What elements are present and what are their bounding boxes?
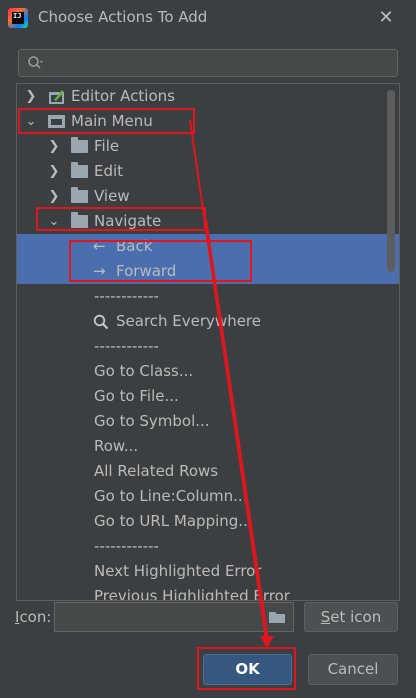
folder-icon (71, 137, 88, 153)
tree-item-next-error[interactable]: Next Highlighted Error (17, 559, 399, 584)
actions-tree[interactable]: ❯ Editor Actions ⌄ Main Menu ❯ File ❯ Ed… (16, 83, 400, 601)
chevron-right-icon[interactable]: ❯ (47, 134, 61, 159)
chevron-right-icon[interactable]: ❯ (47, 159, 61, 184)
open-folder-icon[interactable] (268, 608, 286, 626)
folder-icon (71, 162, 88, 178)
chevron-right-icon[interactable]: ❯ (47, 184, 61, 209)
tree-item-goto-file[interactable]: Go to File... (17, 384, 399, 409)
annotation-box-main-menu (18, 108, 195, 134)
tree-item-view[interactable]: ❯ View (17, 184, 399, 209)
tree-item-label: Go to Line:Column... (94, 487, 248, 505)
search-icon (28, 56, 43, 69)
cancel-button[interactable]: Cancel (308, 654, 398, 685)
title-bar: IJ Choose Actions To Add ✕ (0, 0, 416, 36)
tree-item-goto-line[interactable]: Go to Line:Column... (17, 484, 399, 509)
tree-item-label: View (94, 187, 130, 205)
tree-item-label: Go to Class... (94, 362, 194, 380)
tree-item-separator[interactable]: ------------ (17, 334, 399, 359)
annotation-box-navigate (36, 207, 206, 231)
tree-item-file[interactable]: ❯ File (17, 134, 399, 159)
tree-item-search-everywhere[interactable]: Search Everywhere (17, 309, 399, 334)
tree-item-label: Previous Highlighted Error (94, 587, 290, 601)
tree-item-row[interactable]: Row... (17, 434, 399, 459)
close-icon[interactable]: ✕ (374, 6, 398, 30)
annotation-box-back-forward (69, 240, 252, 282)
tree-item-label: Editor Actions (71, 87, 175, 105)
magnifier-icon (93, 314, 109, 330)
app-logo-icon: IJ (8, 8, 28, 28)
tree-item-label: File (94, 137, 120, 155)
tree-item-all-related-rows[interactable]: All Related Rows (17, 459, 399, 484)
icon-label: Icon: (15, 608, 52, 626)
tree-item-label: Next Highlighted Error (94, 562, 262, 580)
tree-item-label: Go to File... (94, 387, 179, 405)
search-input[interactable] (18, 49, 398, 77)
tree-item-label: Go to Symbol... (94, 412, 210, 430)
tree-item-label: Go to URL Mapping... (94, 512, 253, 530)
tree-item-label: ------------ (94, 287, 159, 305)
tree-item-separator[interactable]: ------------ (17, 284, 399, 309)
tree-item-goto-symbol[interactable]: Go to Symbol... (17, 409, 399, 434)
scrollbar-thumb[interactable] (387, 90, 395, 272)
tree-item-label: ------------ (94, 537, 159, 555)
chevron-right-icon[interactable]: ❯ (24, 84, 38, 109)
editor-actions-icon (49, 90, 64, 104)
tree-item-label: Edit (94, 162, 124, 180)
dialog-title: Choose Actions To Add (38, 8, 208, 26)
tree-item-separator[interactable]: ------------ (17, 534, 399, 559)
annotation-box-ok (197, 647, 296, 690)
icon-path-field[interactable] (54, 602, 294, 632)
tree-item-edit[interactable]: ❯ Edit (17, 159, 399, 184)
tree-item-label: ------------ (94, 337, 159, 355)
tree-item-goto-url[interactable]: Go to URL Mapping... (17, 509, 399, 534)
tree-item-prev-error[interactable]: Previous Highlighted Error (17, 584, 399, 601)
tree-item-goto-class[interactable]: Go to Class... (17, 359, 399, 384)
set-icon-button[interactable]: Set icon (304, 602, 398, 632)
tree-item-label: Search Everywhere (116, 312, 261, 330)
tree-item-label: Row... (94, 437, 139, 455)
folder-icon (71, 187, 88, 203)
tree-item-label: All Related Rows (94, 462, 219, 480)
tree-item-editor-actions[interactable]: ❯ Editor Actions (17, 84, 399, 109)
